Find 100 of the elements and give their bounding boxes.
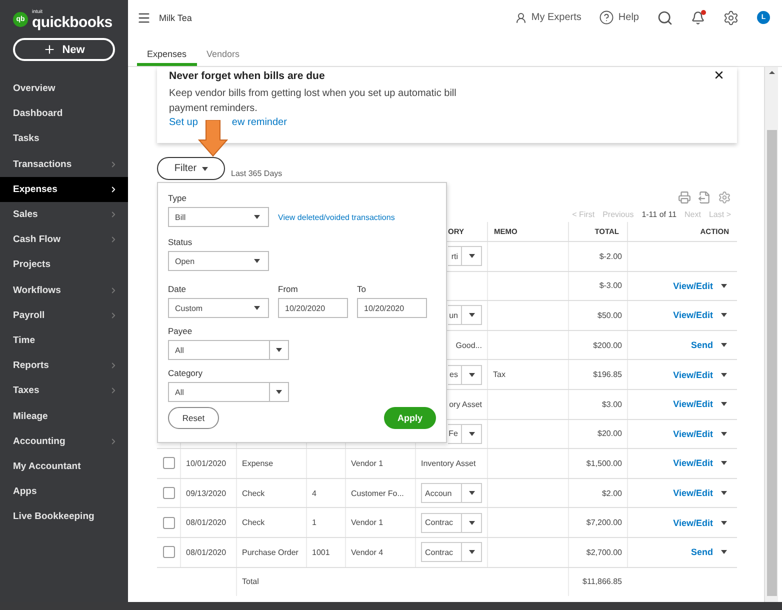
category-select[interactable]: Accoun <box>421 483 482 504</box>
table-cell: 08/01/2020 <box>180 538 236 567</box>
date-select[interactable]: Custom <box>168 298 269 318</box>
field-label: Status <box>168 237 194 249</box>
category-select[interactable]: Fe <box>448 424 482 444</box>
action-link[interactable]: Send <box>690 340 713 350</box>
sidebar-item[interactable]: Time <box>0 328 128 354</box>
sidebar-item-label: My Accountant <box>13 460 81 472</box>
sidebar-item[interactable]: My Accountant <box>0 454 128 479</box>
caret-button[interactable] <box>721 461 727 466</box>
sidebar-item[interactable]: Dashboard <box>0 101 128 126</box>
sidebar-item[interactable]: Workflows <box>0 278 128 303</box>
action-link[interactable]: View/Edit <box>673 488 713 498</box>
table-cell: $2.00 <box>568 478 627 508</box>
my-experts-link[interactable]: My Experts <box>515 12 582 24</box>
table-cell: $-2.00 <box>568 242 627 271</box>
table-cell: Check <box>236 508 306 537</box>
type-select[interactable]: Bill <box>168 207 269 227</box>
action-link[interactable]: Send <box>690 547 713 558</box>
table-cell: Purchase Order <box>236 538 306 567</box>
scrollbar[interactable] <box>764 67 778 602</box>
sidebar-item-label: Workflows <box>13 284 61 296</box>
caret-button[interactable] <box>721 520 727 525</box>
category-select[interactable]: rti <box>448 246 482 266</box>
payee-select[interactable]: All <box>168 340 289 360</box>
sidebar-item[interactable]: Reports <box>0 353 128 378</box>
sidebar-item[interactable]: Cash Flow <box>0 227 128 252</box>
checkbox[interactable] <box>162 457 174 470</box>
sidebar-item-label: Projects <box>13 259 50 270</box>
action-link[interactable]: View/Edit <box>673 428 713 439</box>
checkbox[interactable] <box>162 516 174 529</box>
action-link[interactable]: View/Edit <box>673 370 713 380</box>
sidebar-item[interactable]: Apps <box>0 479 128 504</box>
caret-button[interactable] <box>721 432 727 436</box>
category-select[interactable]: All <box>168 382 289 402</box>
category-select[interactable]: un <box>448 305 482 326</box>
table-cell: Customer Fo... <box>345 478 415 508</box>
table-cell: $20.00 <box>568 420 627 448</box>
table-cell: 10/01/2020 <box>180 449 236 478</box>
help-link[interactable]: Help <box>599 10 639 25</box>
print-icon[interactable] <box>678 191 691 204</box>
caret-button[interactable] <box>721 491 727 496</box>
bell-icon[interactable] <box>691 10 705 24</box>
reminder-link[interactable]: ew reminder <box>232 117 287 128</box>
sidebar-item[interactable]: Overview <box>0 76 128 102</box>
table-cell-text: Good... <box>454 340 482 350</box>
tab[interactable]: Vendors <box>196 45 250 66</box>
to-date-field[interactable]: 10/20/2020 <box>357 298 427 318</box>
new-button[interactable]: New <box>13 38 115 61</box>
menu-icon[interactable] <box>137 10 151 24</box>
reset-button[interactable]: Reset <box>168 407 219 429</box>
reminder-link[interactable]: Set up <box>169 117 198 128</box>
settings-icon[interactable] <box>723 10 739 26</box>
sidebar-item[interactable]: Sales <box>0 202 128 228</box>
close-button[interactable] <box>713 69 725 81</box>
sidebar-item[interactable]: Accounting <box>0 428 128 454</box>
checkbox[interactable] <box>162 487 174 500</box>
sidebar-item[interactable]: Live Bookkeeping <box>0 504 128 530</box>
sidebar-item[interactable]: Mileage <box>0 403 128 429</box>
category-select[interactable]: es <box>448 364 482 385</box>
action-link[interactable]: View/Edit <box>673 280 713 291</box>
table-cell: $-3.00 <box>568 272 627 300</box>
caret-button[interactable] <box>721 284 727 288</box>
caret-button[interactable] <box>721 550 727 554</box>
sidebar-item[interactable]: Tasks <box>0 126 128 152</box>
page-range: 1-11 of 11 <box>642 210 677 219</box>
action-link[interactable]: View/Edit <box>673 310 713 320</box>
search-icon[interactable] <box>657 10 673 26</box>
sidebar-item[interactable]: Projects <box>0 252 128 278</box>
table-cell: $200.00 <box>568 330 627 360</box>
category-select[interactable]: Contrac <box>421 512 482 533</box>
sidebar-item-label: Reports <box>13 360 49 372</box>
down-arrow-icon <box>198 120 228 157</box>
scrollbar-thumb[interactable] <box>766 130 776 596</box>
sidebar-item-label: Accounting <box>13 436 66 447</box>
sidebar-item[interactable]: Transactions <box>0 152 128 177</box>
status-select[interactable]: Open <box>168 251 269 271</box>
deleted-transactions-link[interactable]: View deleted/voided transactions <box>278 212 395 222</box>
table-cell: $1,500.00 <box>568 449 627 478</box>
from-date-field[interactable]: 10/20/2020 <box>278 298 348 318</box>
sidebar-item[interactable]: Taxes <box>0 378 128 404</box>
caret-button[interactable] <box>721 402 727 406</box>
checkbox[interactable] <box>162 546 174 558</box>
filter-button[interactable]: Filter <box>157 157 225 180</box>
export-icon[interactable] <box>698 191 711 204</box>
caret-button[interactable] <box>721 343 727 348</box>
field-label: From <box>278 284 299 296</box>
sidebar-item-label: Sales <box>13 209 38 220</box>
table-cell: $7,200.00 <box>568 508 627 537</box>
logo-wordmark: quickbooks <box>32 14 112 30</box>
action-link[interactable]: View/Edit <box>673 399 713 410</box>
sidebar-item[interactable]: Payroll <box>0 302 128 328</box>
action-link[interactable]: View/Edit <box>673 518 713 528</box>
sidebar-item[interactable]: Expenses <box>0 176 128 202</box>
caret-button[interactable] <box>721 313 727 318</box>
action-link[interactable]: View/Edit <box>673 458 713 468</box>
caret-button[interactable] <box>721 372 727 377</box>
table-cell: Vendor 1 <box>345 449 415 478</box>
table-cell: 4 <box>306 478 345 508</box>
category-select[interactable]: Contrac <box>421 542 482 562</box>
